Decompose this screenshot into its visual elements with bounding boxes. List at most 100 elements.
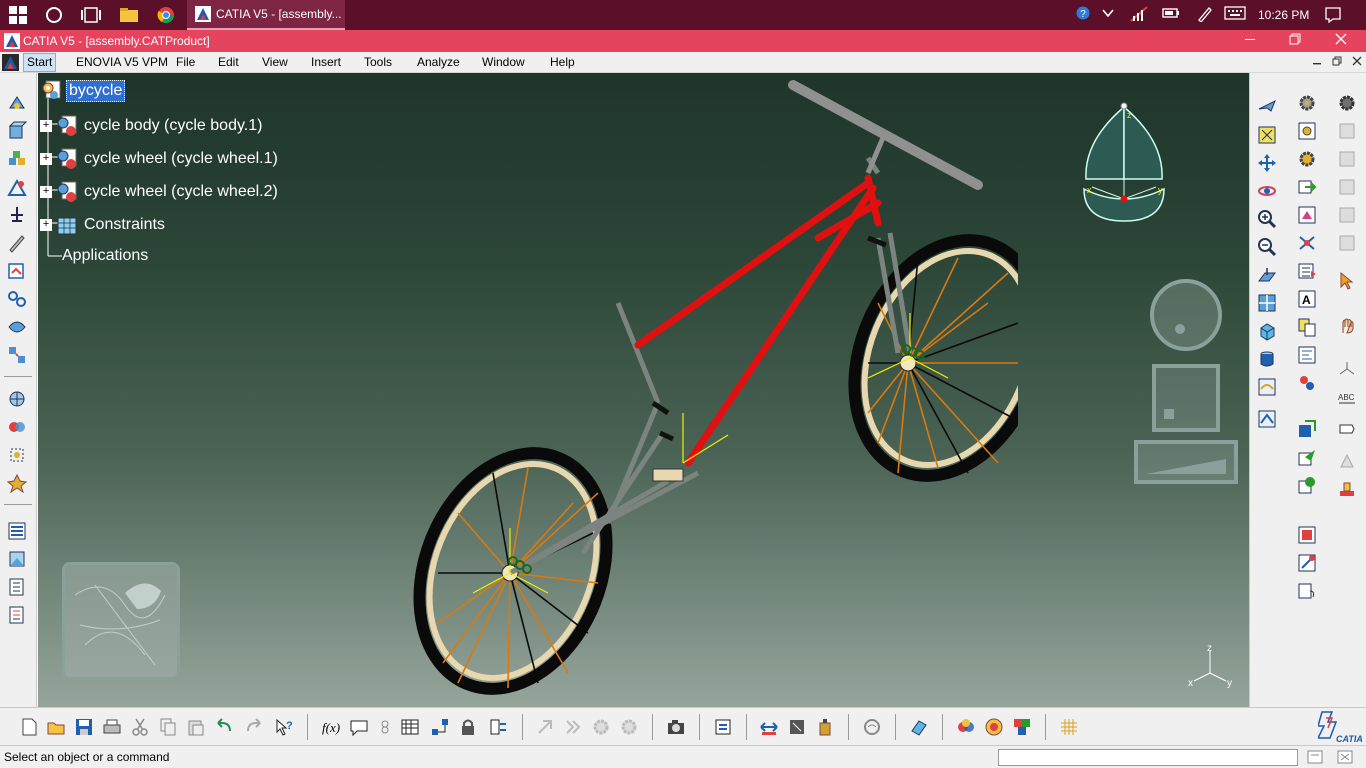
save-icon[interactable] — [73, 716, 95, 738]
expand-icon[interactable]: + — [40, 153, 52, 165]
disabled-tool-4-icon[interactable] — [1336, 204, 1358, 226]
hand-select-icon[interactable] — [1336, 314, 1358, 336]
parameters-icon[interactable] — [487, 716, 509, 738]
abc-text-icon[interactable]: ABC — [1336, 386, 1358, 408]
gear-config-icon[interactable] — [1296, 148, 1318, 170]
pan-icon[interactable] — [1256, 152, 1278, 174]
mdi-close-icon[interactable] — [1352, 54, 1362, 71]
update-icon[interactable] — [6, 260, 28, 282]
hide-show-icon[interactable] — [1256, 376, 1278, 398]
taskbar-clock[interactable]: 10:26 PM — [1258, 8, 1309, 22]
disabled-link-icon[interactable] — [534, 716, 556, 738]
view-navigation-controls[interactable] — [1134, 279, 1240, 487]
tree-node-constraints[interactable]: + Constraints — [40, 214, 167, 236]
3d-viewport[interactable]: bycycle + cycle body (cycle body.1) + cy… — [38, 73, 1249, 707]
menu-analyze[interactable]: Analyze — [417, 55, 460, 69]
menu-window[interactable]: Window — [482, 55, 525, 69]
windows-start-icon[interactable] — [8, 5, 28, 25]
table-icon[interactable] — [399, 716, 421, 738]
command-input[interactable] — [998, 749, 1298, 766]
grid-snap-icon[interactable] — [1058, 716, 1080, 738]
publication-icon[interactable] — [1296, 524, 1318, 546]
knowledge-icon[interactable] — [429, 716, 451, 738]
generate-numbering-icon[interactable] — [1296, 580, 1318, 602]
handlebar[interactable] — [788, 80, 983, 190]
normal-view-icon[interactable] — [1256, 264, 1278, 286]
status-close-icon[interactable] — [1334, 746, 1356, 768]
menu-help[interactable]: Help — [550, 55, 575, 69]
fix-component-icon[interactable] — [6, 204, 28, 226]
battery-tray-icon[interactable] — [1162, 6, 1180, 23]
minimize-window-icon[interactable] — [1244, 32, 1256, 49]
shading-material-icon[interactable] — [983, 716, 1005, 738]
new-component-icon[interactable] — [6, 120, 28, 142]
offset-constraint-icon[interactable] — [6, 344, 28, 366]
pen-tray-icon[interactable] — [1197, 6, 1213, 25]
iso-view-icon[interactable] — [1256, 320, 1278, 342]
catia-taskbar-button[interactable]: CATIA V5 - [assembly... — [187, 0, 345, 30]
new-file-icon[interactable] — [18, 716, 40, 738]
settings-gear-icon[interactable] — [1296, 92, 1318, 114]
new-part-icon[interactable] — [6, 148, 28, 170]
disabled-tool-3-icon[interactable] — [1336, 176, 1358, 198]
menu-edit[interactable]: Edit — [218, 55, 239, 69]
list-properties-icon[interactable] — [1296, 260, 1318, 282]
open-folder-icon[interactable] — [45, 716, 67, 738]
snap-icon[interactable] — [6, 444, 28, 466]
menu-tools[interactable]: Tools — [364, 55, 392, 69]
bill-of-material-icon[interactable] — [6, 520, 28, 542]
mdi-restore-icon[interactable] — [1332, 54, 1342, 71]
swap-visible-space-icon[interactable] — [1256, 408, 1278, 430]
clash-analysis-icon[interactable] — [6, 416, 28, 438]
copy-icon[interactable] — [157, 716, 179, 738]
cortana-icon[interactable] — [44, 5, 64, 25]
tree-node-cycle-wheel-1[interactable]: + cycle wheel (cycle wheel.1) — [40, 148, 280, 170]
comment-icon[interactable] — [348, 716, 370, 738]
product-settings-icon[interactable] — [1296, 120, 1318, 142]
catalog-icon[interactable] — [6, 576, 28, 598]
tree-node-applications[interactable]: Applications — [60, 246, 150, 266]
measure-between-icon[interactable] — [758, 716, 780, 738]
expand-icon[interactable]: + — [40, 120, 52, 132]
status-pane-icon[interactable] — [1304, 746, 1326, 768]
reorder-icon[interactable] — [6, 604, 28, 626]
stamp-icon[interactable] — [1336, 478, 1358, 500]
scene-lights-icon[interactable] — [1011, 716, 1033, 738]
disabled-gear-2-icon[interactable] — [618, 716, 640, 738]
existing-component-icon[interactable] — [6, 92, 28, 114]
cut-icon[interactable] — [129, 716, 151, 738]
zoom-in-icon[interactable] — [1256, 208, 1278, 230]
measure-inertia-icon[interactable] — [814, 716, 836, 738]
menu-file[interactable]: File — [176, 55, 195, 69]
paste-icon[interactable] — [185, 716, 207, 738]
zoom-out-icon[interactable] — [1256, 236, 1278, 258]
pan-control[interactable] — [1152, 364, 1220, 432]
chevron-up-tray-icon[interactable] — [1101, 6, 1115, 23]
catalog-browser-icon[interactable] — [1296, 316, 1318, 338]
replace-component-icon[interactable] — [1296, 204, 1318, 226]
render-style-icon[interactable] — [908, 716, 930, 738]
gear-options-icon[interactable] — [1336, 92, 1358, 114]
formula-icon[interactable]: f(x) — [320, 716, 342, 738]
menu-insert[interactable]: Insert — [311, 55, 341, 69]
coincidence-constraint-icon[interactable] — [6, 288, 28, 310]
apply-material-icon[interactable] — [955, 716, 977, 738]
preview-thumbnail[interactable] — [62, 562, 180, 680]
catia-document-icon[interactable] — [2, 54, 19, 71]
redo-icon[interactable] — [243, 716, 265, 738]
smart-move-icon[interactable] — [6, 472, 28, 494]
print-icon[interactable] — [101, 716, 123, 738]
shading-icon[interactable] — [1256, 348, 1278, 370]
mechanism-icon[interactable] — [1296, 372, 1318, 394]
expand-icon[interactable]: + — [40, 219, 52, 231]
tree-node-cycle-body[interactable]: + cycle body (cycle body.1) — [40, 115, 264, 137]
file-explorer-icon[interactable] — [119, 5, 139, 25]
multi-view-icon[interactable] — [1256, 292, 1278, 314]
contact-constraint-icon[interactable] — [6, 316, 28, 338]
manipulation-icon[interactable] — [6, 176, 28, 198]
menu-view[interactable]: View — [262, 55, 288, 69]
whats-this-icon[interactable]: ? — [273, 716, 295, 738]
undo-icon[interactable] — [213, 716, 235, 738]
red-frame[interactable] — [634, 174, 882, 467]
flag-note-icon[interactable] — [1336, 418, 1358, 440]
